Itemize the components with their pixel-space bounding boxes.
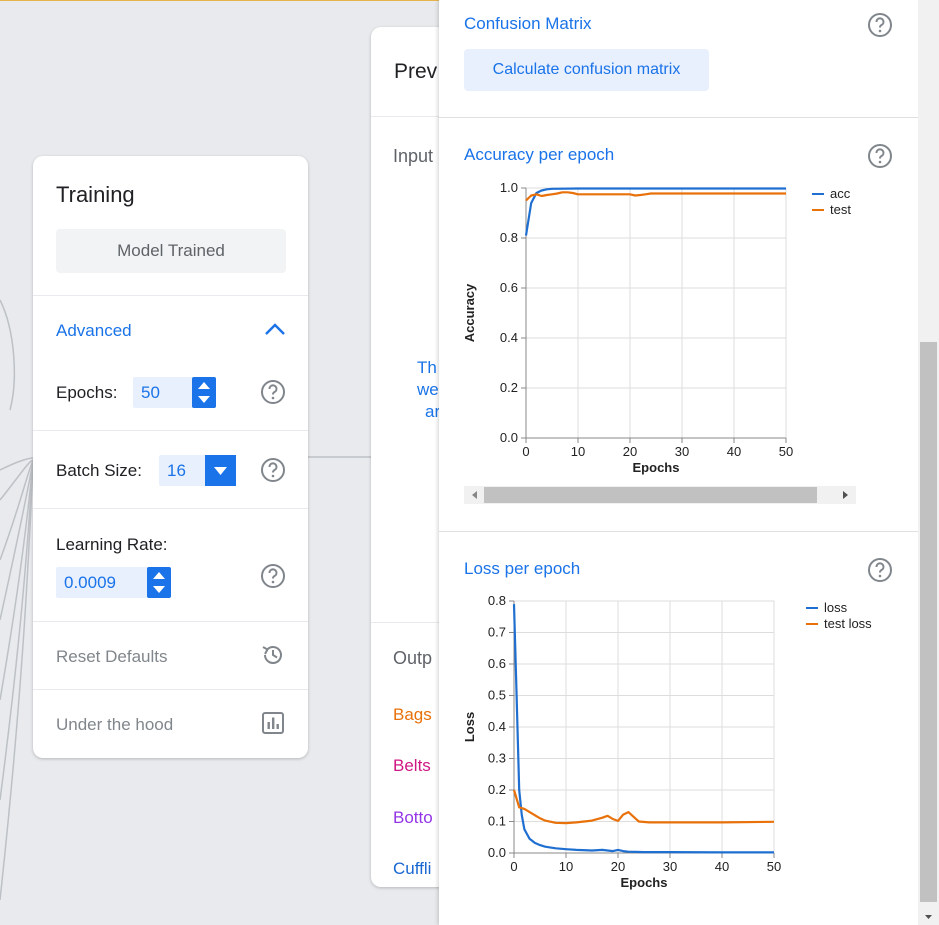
under-the-hood-button[interactable]: Under the hood — [56, 715, 173, 735]
legend-label: test loss — [824, 616, 872, 631]
y-tick-label: 0.5 — [488, 688, 506, 703]
reset-defaults-button[interactable]: Reset Defaults — [56, 647, 168, 667]
preview-title: Prev — [394, 60, 438, 83]
dropdown-button[interactable] — [205, 455, 236, 486]
help-icon[interactable] — [260, 457, 286, 483]
x-tick-label: 40 — [715, 859, 729, 874]
preview-input-label: Input — [393, 146, 434, 166]
help-icon[interactable] — [260, 563, 286, 589]
under-the-hood-panel: Confusion Matrix Calculate confusion mat… — [439, 0, 939, 925]
preview-output-label: Outp — [393, 648, 433, 668]
panel-content: Confusion Matrix Calculate confusion mat… — [439, 0, 918, 925]
x-tick-label: 0 — [510, 859, 517, 874]
batch-size-select[interactable]: 16 — [159, 455, 236, 486]
y-tick-label: 0.2 — [500, 380, 518, 395]
y-tick-label: 0.3 — [488, 751, 506, 766]
x-tick-label: 30 — [663, 859, 677, 874]
x-tick-label: 20 — [623, 444, 637, 459]
legend-label: test — [830, 202, 851, 217]
x-axis-title: Epochs — [621, 875, 668, 890]
series-line-test-loss — [512, 789, 775, 825]
model-trained-button[interactable]: Model Trained — [56, 229, 286, 273]
preview-message-line: ar — [425, 402, 441, 421]
legend-label: loss — [824, 600, 848, 615]
loss-title: Loss per epoch — [464, 559, 581, 578]
x-tick-label: 50 — [767, 859, 781, 874]
vertical-scrollbar[interactable] — [918, 0, 939, 925]
output-class-label: Cuffli — [393, 859, 432, 878]
output-class-label: Botto — [393, 808, 433, 827]
epochs-value[interactable]: 50 — [141, 383, 160, 403]
loss-chart: 0 10 20 30 40 50 0.0 0.1 0.2 0.3 0.4 0.5 0.6 0.7 0.8 Ep… — [464, 593, 872, 890]
y-tick-label: 0.0 — [500, 430, 518, 445]
output-class-label: Belts — [393, 756, 431, 775]
accuracy-title: Accuracy per epoch — [464, 145, 615, 164]
help-icon[interactable] — [867, 12, 893, 38]
batch-size-label: Batch Size: — [56, 461, 142, 480]
y-tick-label: 0.4 — [500, 330, 518, 345]
bar-chart-icon[interactable] — [260, 710, 286, 736]
divider — [33, 689, 308, 690]
training-card: Training Model Trained Advanced Epochs: … — [33, 156, 308, 758]
output-class-label: Bags — [393, 705, 432, 724]
y-tick-label: 0.8 — [488, 593, 506, 608]
caret-down-icon[interactable] — [205, 455, 236, 486]
y-tick-label: 0.7 — [488, 625, 506, 640]
y-axis-title: Loss — [464, 712, 477, 742]
stepper-buttons[interactable] — [192, 377, 216, 408]
y-tick-label: 0.6 — [500, 280, 518, 295]
y-tick-label: 0.6 — [488, 656, 506, 671]
batch-size-value[interactable]: 16 — [167, 461, 186, 481]
legend-label: acc — [830, 186, 851, 201]
divider — [439, 117, 918, 118]
chevron-up-icon[interactable] — [263, 321, 287, 337]
spin-arrows-icon[interactable] — [147, 567, 171, 598]
x-axis-title: Epochs — [633, 460, 680, 475]
x-tick-label: 10 — [559, 859, 573, 874]
history-icon[interactable] — [260, 642, 286, 668]
accuracy-chart: 0 10 20 30 40 50 0.0 0.2 0.4 0.6 0.8 1.0 Epochs Accur… — [464, 180, 851, 475]
x-tick-label: 30 — [675, 444, 689, 459]
divider — [33, 430, 308, 431]
y-tick-label: 0.2 — [488, 782, 506, 797]
learning-rate-value[interactable]: 0.0009 — [64, 573, 116, 593]
learning-rate-stepper[interactable]: 0.0009 — [56, 567, 171, 598]
scrollbar-thumb[interactable] — [920, 342, 937, 902]
y-axis-title: Accuracy — [464, 283, 477, 342]
divider — [33, 621, 308, 622]
help-icon[interactable] — [260, 379, 286, 405]
help-icon[interactable] — [867, 143, 893, 169]
y-tick-label: 1.0 — [500, 180, 518, 195]
confusion-matrix-title: Confusion Matrix — [464, 14, 592, 33]
series-line-acc — [524, 187, 786, 236]
training-title: Training — [56, 182, 135, 207]
y-tick-label: 0.8 — [500, 230, 518, 245]
y-tick-label: 0.1 — [488, 814, 506, 829]
epochs-stepper[interactable]: 50 — [133, 377, 216, 408]
x-tick-label: 0 — [522, 444, 529, 459]
spin-arrows-icon[interactable] — [192, 377, 216, 408]
y-tick-label: 0.0 — [488, 845, 506, 860]
calculate-confusion-matrix-button[interactable]: Calculate confusion matrix — [464, 49, 709, 91]
help-icon[interactable] — [867, 557, 893, 583]
x-tick-label: 20 — [611, 859, 625, 874]
y-tick-label: 0.4 — [488, 719, 506, 734]
preview-message-line: we — [417, 380, 439, 399]
divider — [33, 508, 308, 509]
horizontal-scrollbar[interactable] — [464, 486, 856, 504]
advanced-toggle-label[interactable]: Advanced — [56, 321, 132, 341]
learning-rate-label: Learning Rate: — [56, 535, 168, 554]
x-tick-label: 10 — [571, 444, 585, 459]
stepper-buttons[interactable] — [147, 567, 171, 598]
series-line-loss — [512, 604, 774, 854]
series-line-test — [525, 191, 786, 202]
x-tick-label: 50 — [779, 444, 793, 459]
preview-message-line: Th — [417, 358, 437, 377]
epochs-label: Epochs: — [56, 383, 118, 402]
divider — [439, 531, 918, 532]
divider — [33, 295, 308, 296]
scrollbar-thumb[interactable] — [484, 487, 817, 503]
x-tick-label: 40 — [727, 444, 741, 459]
